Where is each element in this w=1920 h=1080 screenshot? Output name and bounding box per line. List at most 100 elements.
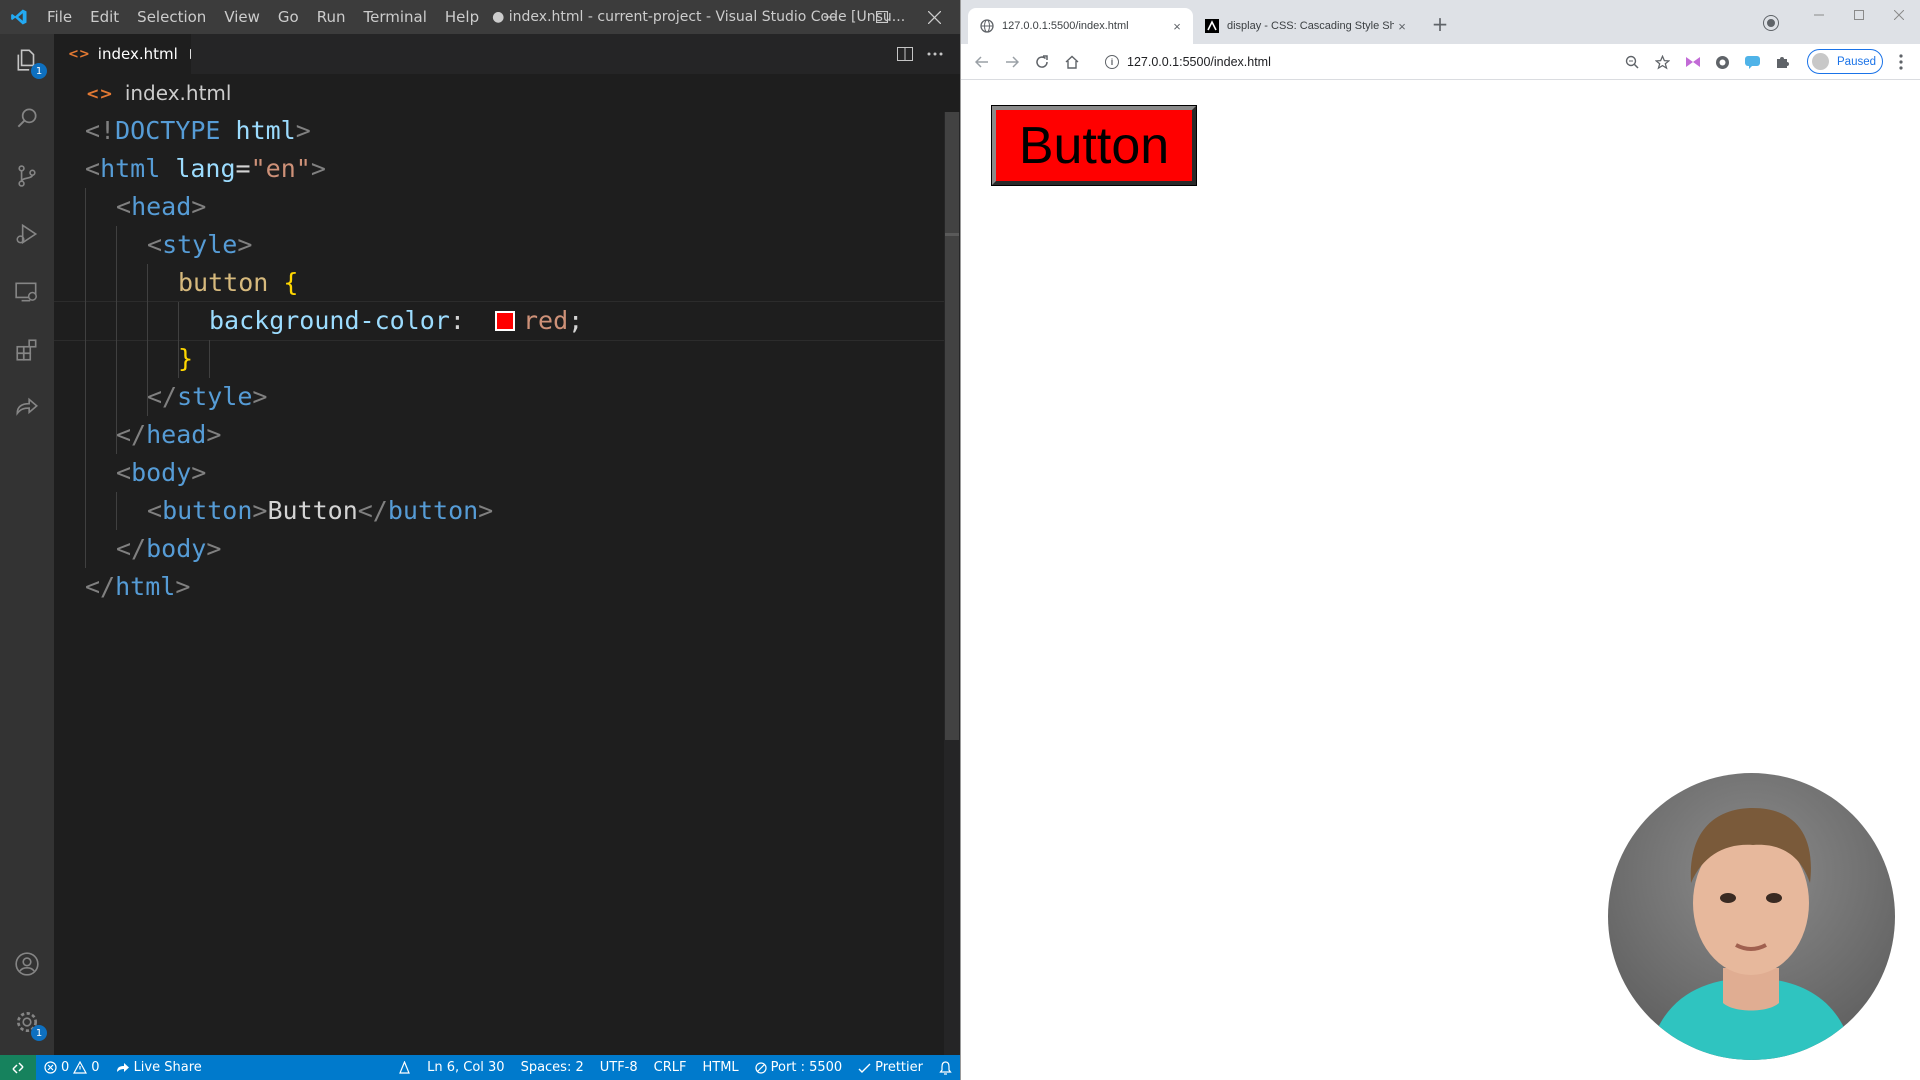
warning-icon: [73, 1061, 88, 1074]
presenter-webcam: [1608, 773, 1895, 1060]
rendered-red-button[interactable]: Button: [991, 105, 1197, 186]
editor-scrollbar-thumb[interactable]: [945, 112, 959, 740]
code-line-8: </style>: [147, 382, 268, 411]
error-icon: [44, 1061, 57, 1074]
tab-search-icon[interactable]: [1764, 16, 1778, 30]
address-url[interactable]: 127.0.0.1:5500/index.html: [1127, 55, 1271, 69]
indentation-setting[interactable]: Spaces: 2: [513, 1060, 592, 1075]
prettier-status[interactable]: Prettier: [850, 1060, 931, 1075]
extension-bowtie-icon[interactable]: [1684, 53, 1702, 71]
new-tab-button[interactable]: +: [1427, 12, 1453, 36]
maximize-icon[interactable]: [856, 0, 908, 34]
live-server-port[interactable]: Port : 5500: [747, 1060, 851, 1075]
remote-explorer-icon[interactable]: [11, 276, 43, 308]
check-double-icon: [858, 1063, 871, 1073]
vscode-window: File Edit Selection View Go Run Terminal…: [0, 0, 960, 1080]
site-info-icon[interactable]: i: [1105, 55, 1119, 69]
problems-indicator[interactable]: 0 0: [36, 1060, 108, 1075]
notifications-button[interactable]: [931, 1060, 960, 1075]
port-icon: [755, 1061, 767, 1074]
extension-lens-icon[interactable]: [1713, 53, 1731, 71]
html-file-icon: <>: [68, 46, 90, 62]
browser-toolbar: i 127.0.0.1:5500/index.html Paused: [961, 44, 1920, 80]
more-actions-icon[interactable]: [924, 44, 946, 64]
forward-arrow-icon[interactable]: [1001, 51, 1023, 73]
mdn-favicon-icon: [1205, 19, 1219, 33]
live-share-button[interactable]: Live Share: [108, 1060, 210, 1075]
code-line-12: </body>: [116, 534, 222, 563]
language-mode[interactable]: HTML: [694, 1060, 746, 1075]
browser-tab-localhost[interactable]: 127.0.0.1:5500/index.html ×: [968, 8, 1193, 44]
tab-index-html[interactable]: <> index.html: [54, 34, 191, 74]
code-editor[interactable]: <!DOCTYPE html> <html lang="en"> <head> …: [54, 112, 944, 1052]
code-line-7: }: [178, 344, 194, 373]
zoom-icon[interactable]: [1623, 53, 1641, 71]
extension-chat-icon[interactable]: [1743, 53, 1761, 71]
browser-tab-title: 127.0.0.1:5500/index.html: [1002, 20, 1129, 32]
eol-setting[interactable]: CRLF: [646, 1060, 695, 1075]
code-line-5: button {: [178, 268, 299, 297]
code-line-4: <style>: [147, 230, 253, 259]
code-line-2: <html lang="en">: [85, 154, 326, 183]
activity-bar: 1 1: [0, 34, 54, 1055]
globe-icon: [980, 19, 994, 33]
search-icon[interactable]: [11, 102, 43, 134]
tab-close-icon[interactable]: ×: [1169, 19, 1185, 34]
unsaved-dot-icon[interactable]: [189, 49, 191, 59]
overview-ruler-mark: [945, 233, 959, 236]
accessibility-icon: [399, 1061, 410, 1074]
settings-gear-icon[interactable]: 1: [11, 1006, 47, 1041]
remote-indicator-icon[interactable]: [0, 1055, 36, 1080]
profile-paused-button[interactable]: Paused: [1807, 49, 1883, 74]
menu-view[interactable]: View: [215, 0, 269, 34]
browser-minimize-icon[interactable]: [1799, 2, 1839, 28]
vscode-logo-icon: [0, 0, 38, 34]
menu-go[interactable]: Go: [269, 0, 308, 34]
extensions-icon[interactable]: [11, 334, 43, 366]
status-bar: 0 0 Live Share Ln 6, Col 30 Spaces: 2 UT…: [0, 1055, 960, 1080]
breadcrumb[interactable]: <> index.html: [54, 74, 960, 112]
menu-file[interactable]: File: [38, 0, 81, 34]
color-swatch-icon[interactable]: [495, 311, 515, 331]
encoding-setting[interactable]: UTF-8: [592, 1060, 646, 1075]
paused-label: Paused: [1837, 55, 1877, 68]
explorer-badge: 1: [31, 63, 47, 79]
tab-close-icon[interactable]: ×: [1394, 19, 1410, 34]
run-debug-icon[interactable]: [11, 218, 43, 250]
close-icon[interactable]: [908, 0, 960, 34]
bookmark-star-icon[interactable]: [1653, 53, 1671, 71]
reload-icon[interactable]: [1031, 51, 1053, 73]
home-icon[interactable]: [1061, 51, 1083, 73]
feedback-button[interactable]: [390, 1061, 419, 1074]
bell-icon: [939, 1060, 952, 1075]
browser-close-icon[interactable]: [1879, 2, 1919, 28]
prettier-label: Prettier: [875, 1060, 923, 1075]
back-arrow-icon[interactable]: [971, 51, 993, 73]
browser-maximize-icon[interactable]: [1839, 2, 1879, 28]
indent-guide: [116, 492, 117, 530]
menu-edit[interactable]: Edit: [81, 0, 128, 34]
browser-tab-strip: 127.0.0.1:5500/index.html × display - CS…: [961, 0, 1920, 44]
menu-selection[interactable]: Selection: [128, 0, 215, 34]
address-bar[interactable]: i 127.0.0.1:5500/index.html: [1099, 48, 1879, 76]
extensions-puzzle-icon[interactable]: [1773, 53, 1791, 71]
source-control-icon[interactable]: [11, 160, 43, 192]
code-line-10: <body>: [116, 458, 207, 487]
accounts-icon[interactable]: [11, 948, 43, 980]
cursor-position[interactable]: Ln 6, Col 30: [419, 1060, 512, 1075]
menu-help[interactable]: Help: [436, 0, 488, 34]
editor-tab-bar: <> index.html: [54, 34, 960, 74]
split-editor-icon[interactable]: [894, 44, 916, 64]
breadcrumb-file[interactable]: index.html: [125, 81, 232, 105]
explorer-icon[interactable]: 1: [11, 44, 47, 79]
indent-guide: [209, 340, 210, 378]
menu-terminal[interactable]: Terminal: [355, 0, 436, 34]
menu-run[interactable]: Run: [308, 0, 355, 34]
browser-tab-mdn[interactable]: display - CSS: Cascading Style Sh ×: [1193, 8, 1418, 44]
profile-avatar: [1812, 53, 1829, 70]
browser-menu-icon[interactable]: [1891, 52, 1911, 72]
minimize-icon[interactable]: [804, 0, 856, 34]
port-label: Port : 5500: [770, 1060, 843, 1075]
live-share-icon[interactable]: [11, 392, 43, 424]
code-line-11: <button>Button</button>: [147, 496, 494, 525]
